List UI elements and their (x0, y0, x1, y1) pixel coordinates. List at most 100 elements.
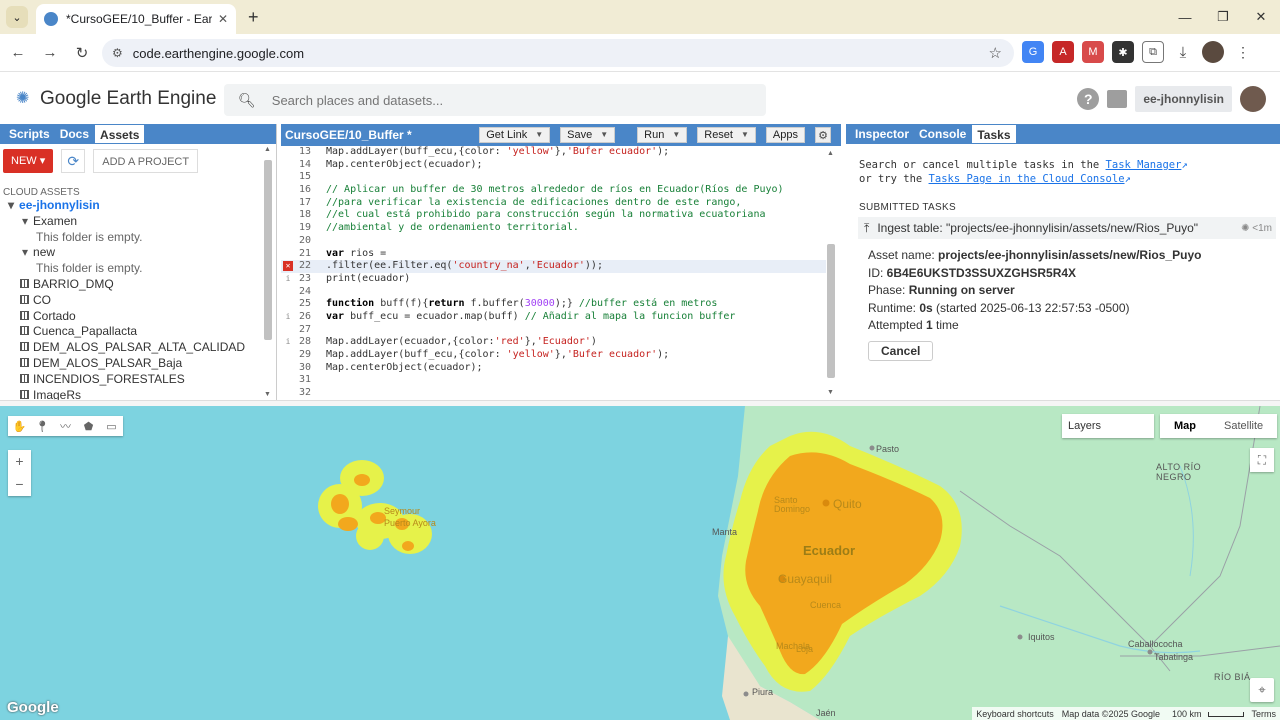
caret-down-icon[interactable]: ▼ (535, 128, 543, 142)
add-project-button[interactable]: ADD A PROJECT (93, 149, 199, 173)
draw-rectangle-icon[interactable]: ▭ (100, 416, 123, 436)
map-type-map[interactable]: Map (1160, 414, 1210, 438)
code-line[interactable]: 19 //ambiental y de ordenamiento territor… (281, 222, 826, 235)
asset-item[interactable]: INCENDIOS_FORESTALES (0, 372, 276, 388)
assets-scroll-thumb[interactable] (264, 160, 272, 340)
asset-item[interactable]: CO (0, 293, 276, 309)
code-line[interactable]: 21 var rios = (281, 248, 826, 261)
my-location-icon[interactable]: ⌖ (1250, 678, 1274, 702)
reload-icon[interactable]: ↻ (68, 39, 96, 67)
code-line[interactable]: 30 Map.centerObject(ecuador); (281, 362, 826, 375)
draw-line-icon[interactable]: 〰 (54, 416, 77, 436)
username[interactable]: ee-jhonnylisin (1135, 86, 1232, 112)
profile-avatar-icon[interactable] (1202, 41, 1224, 63)
extensions-puzzle-icon[interactable]: ⧉ (1142, 41, 1164, 63)
scroll-down-icon[interactable]: ▼ (264, 391, 271, 398)
code-line[interactable]: 18 //el cual está prohibido para construc… (281, 209, 826, 222)
refresh-icon[interactable]: ⟳ (61, 149, 86, 173)
help-icon[interactable]: ? (1077, 88, 1100, 110)
caret-down-icon[interactable]: ▼ (600, 128, 608, 142)
code-line[interactable]: 25 function buff(f){return f.buffer(30000… (281, 298, 826, 311)
code-line[interactable]: 24 (281, 286, 826, 299)
expand-toggle-icon[interactable]: ▾ (8, 198, 14, 212)
task-manager-link[interactable]: Task Manager (1106, 159, 1182, 171)
zoom-out-icon[interactable]: − (8, 473, 31, 496)
new-tab-icon[interactable]: + (248, 7, 259, 28)
scroll-up-icon[interactable]: ▲ (264, 146, 271, 153)
asset-folder[interactable]: ▾ Examen (0, 214, 276, 230)
browser-tab[interactable]: *CursoGEE/10_Buffer - Earth Engine ✕ (36, 4, 236, 34)
code-line[interactable]: 22 ✕ .filter(ee.Filter.eq('country_na','Ec… (281, 260, 826, 273)
code-line[interactable]: 17 //para verificar la existencia de edif… (281, 197, 826, 210)
editor-scrollbar[interactable]: ▲ ▼ (827, 150, 835, 396)
asset-item[interactable]: BARRIO_DMQ (0, 277, 276, 293)
back-icon[interactable]: ← (4, 39, 32, 67)
extension-icon[interactable]: ✱ (1112, 41, 1134, 63)
map-type-satellite[interactable]: Satellite (1210, 414, 1277, 438)
zoom-in-icon[interactable]: + (8, 450, 31, 473)
browser-menu-icon[interactable]: ⋮ (1232, 41, 1254, 63)
caret-down-icon[interactable]: ▼ (741, 128, 749, 142)
cancel-button[interactable]: Cancel (868, 340, 934, 361)
tab-docs[interactable]: Docs (55, 124, 94, 144)
asset-item[interactable]: ImageRs (0, 388, 276, 400)
expand-toggle-icon[interactable]: ▾ (22, 214, 28, 228)
info-marker-icon[interactable]: i (283, 273, 293, 286)
code-line[interactable]: 16 // Aplicar un buffer de 30 metros alre… (281, 184, 826, 197)
cloud-console-link[interactable]: Tasks Page in the Cloud Console (929, 173, 1125, 185)
keyboard-shortcuts-link[interactable]: Keyboard shortcuts (972, 709, 1058, 719)
draw-polygon-icon[interactable]: ⬟ (77, 416, 100, 436)
site-info-icon[interactable]: ⚙ (112, 46, 123, 60)
terms-link[interactable]: Terms (1248, 709, 1280, 719)
reset-button[interactable]: Reset ▼ (697, 127, 756, 143)
info-marker-icon[interactable]: i (283, 311, 293, 324)
code-line[interactable]: 27 (281, 324, 826, 337)
translate-extension-icon[interactable]: G (1022, 41, 1044, 63)
tab-inspector[interactable]: Inspector (850, 124, 914, 144)
download-icon[interactable]: ⤓ (1172, 41, 1194, 63)
code-line[interactable]: 26 i var buff_ecu = ecuador.map(buff) // A… (281, 311, 826, 324)
fullscreen-icon[interactable]: ⛶ (1250, 448, 1274, 472)
task-row[interactable]: ⤒ Ingest table: "projects/ee-jhonnylisin… (858, 217, 1276, 239)
code-line[interactable]: 23 i print(ecuador) (281, 273, 826, 286)
code-line[interactable]: 13 Map.addLayer(buff_ecu,{color: 'yellow'… (281, 146, 826, 159)
asset-folder[interactable]: ▾ new (0, 245, 276, 261)
code-area[interactable]: 13 Map.addLayer(buff_ecu,{color: 'yellow'… (281, 146, 826, 400)
expand-toggle-icon[interactable]: ▾ (22, 245, 28, 259)
avatar[interactable] (1240, 86, 1266, 112)
editor-scroll-thumb[interactable] (827, 244, 835, 378)
code-line[interactable]: 28 i Map.addLayer(ecuador,{color:'red'},'E… (281, 336, 826, 349)
code-line[interactable]: 15 (281, 171, 826, 184)
bookmark-star-icon[interactable]: ☆ (989, 44, 1002, 62)
gee-logo[interactable]: ✺ Google Earth Engine (16, 88, 216, 110)
asset-item[interactable]: Cortado (0, 309, 276, 325)
code-line[interactable]: 31 (281, 374, 826, 387)
pdf-extension-icon[interactable]: A (1052, 41, 1074, 63)
code-line[interactable]: 14 Map.centerObject(ecuador); (281, 159, 826, 172)
minimize-icon[interactable]: — (1166, 0, 1204, 34)
caret-down-icon[interactable]: ▼ (672, 128, 680, 142)
search-box[interactable]: 🔍︎ (224, 84, 766, 116)
asset-root-project[interactable]: ▾ ee-jhonnylisin (0, 198, 276, 214)
mendeley-extension-icon[interactable]: M (1082, 41, 1104, 63)
forward-icon[interactable]: → (36, 39, 64, 67)
map-view[interactable]: Ecuador Quito Guayaquil Santo Domingo Pa… (0, 406, 1280, 720)
asset-item[interactable]: DEM_ALOS_PALSAR_Baja (0, 356, 276, 372)
tab-console[interactable]: Console (914, 124, 971, 144)
address-bar[interactable]: ⚙ code.earthengine.google.com ☆ (102, 39, 1014, 67)
asset-item[interactable]: Cuenca_Papallacta (0, 324, 276, 340)
scroll-up-icon[interactable]: ▲ (827, 150, 834, 157)
scale-indicator[interactable]: 100 km (1164, 709, 1248, 719)
restore-icon[interactable]: ❐ (1204, 0, 1242, 34)
tab-list-icon[interactable]: ⌄ (6, 6, 28, 28)
layers-button[interactable]: Layers (1062, 414, 1154, 438)
gear-icon[interactable]: ⚙ (815, 127, 831, 143)
code-line[interactable]: 32 (281, 387, 826, 400)
close-icon[interactable]: ✕ (1242, 0, 1280, 34)
info-marker-icon[interactable]: i (283, 336, 293, 349)
tab-close-icon[interactable]: ✕ (218, 12, 228, 26)
scroll-down-icon[interactable]: ▼ (827, 389, 834, 396)
tab-scripts[interactable]: Scripts (4, 124, 55, 144)
code-line[interactable]: 20 (281, 235, 826, 248)
assets-scrollbar[interactable]: ▲ ▼ (264, 146, 272, 398)
